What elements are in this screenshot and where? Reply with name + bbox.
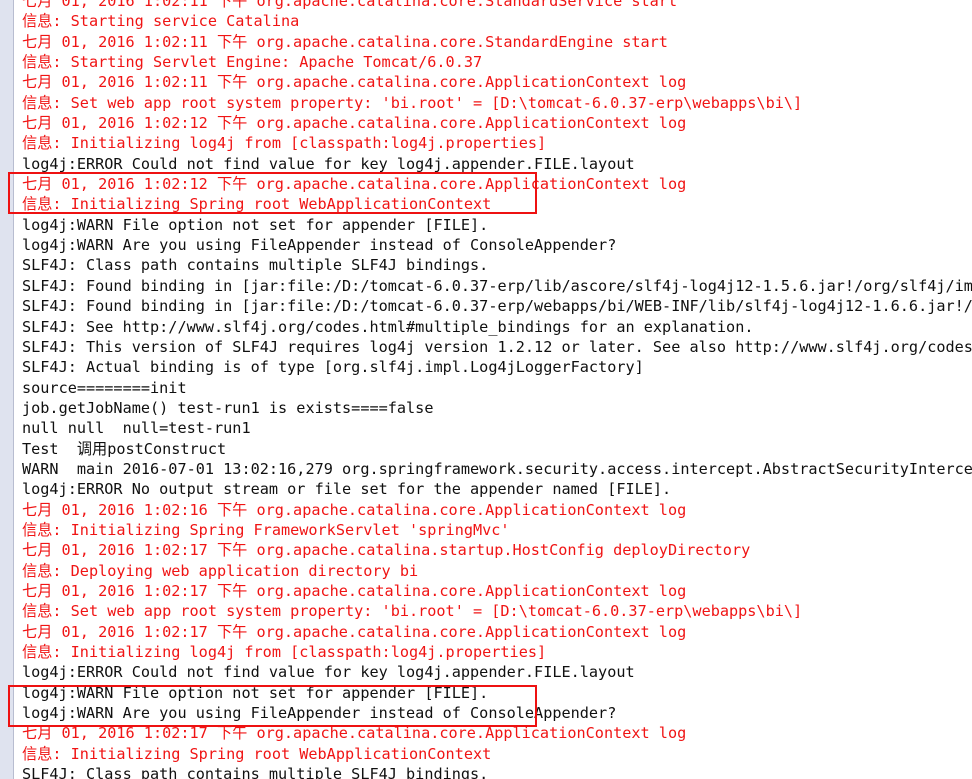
log-line: 七月 01, 2016 1:02:17 下午 org.apache.catali…	[22, 541, 751, 560]
log-line: 七月 01, 2016 1:02:17 下午 org.apache.catali…	[22, 581, 687, 600]
log-line: log4j:WARN File option not set for appen…	[22, 683, 489, 702]
log-line: WARN main 2016-07-01 13:02:16,279 org.sp…	[22, 459, 972, 478]
log-line: 七月 01, 2016 1:02:16 下午 org.apache.catali…	[22, 500, 687, 519]
log-line: SLF4J: Actual binding is of type [org.sl…	[22, 358, 644, 377]
log-line: 七月 01, 2016 1:02:11 下午 org.apache.catali…	[22, 0, 678, 10]
log-line: log4j:ERROR No output stream or file set…	[22, 480, 672, 499]
log-line: log4j:WARN File option not set for appen…	[22, 215, 489, 234]
log-line: SLF4J: See http://www.slf4j.org/codes.ht…	[22, 317, 754, 336]
log-line-list[interactable]: 七月 01, 2016 1:02:11 下午 org.apache.catali…	[22, 0, 972, 779]
log-line: SLF4J: Class path contains multiple SLF4…	[22, 765, 489, 779]
log-line: 信息: Starting Servlet Engine: Apache Tomc…	[22, 53, 483, 72]
log-line: log4j:ERROR Could not find value for key…	[22, 154, 635, 173]
log-line: 七月 01, 2016 1:02:12 下午 org.apache.catali…	[22, 175, 687, 194]
log-line: 信息: Initializing Spring FrameworkServlet…	[22, 520, 510, 539]
log-line: source========init	[22, 378, 187, 397]
log-line: SLF4J: Found binding in [jar:file:/D:/to…	[22, 297, 972, 316]
log-line: 七月 01, 2016 1:02:17 下午 org.apache.catali…	[22, 622, 687, 641]
log-line: 信息: Initializing log4j from [classpath:l…	[22, 134, 547, 153]
log-line: 信息: Set web app root system property: 'b…	[22, 93, 803, 112]
log-line: 七月 01, 2016 1:02:17 下午 org.apache.catali…	[22, 724, 687, 743]
log-line: 信息: Deploying web application directory …	[22, 561, 419, 580]
log-line: 信息: Initializing Spring root WebApplicat…	[22, 744, 492, 763]
log-line: 信息: Initializing Spring root WebApplicat…	[22, 195, 492, 214]
log-line: log4j:WARN Are you using FileAppender in…	[22, 236, 617, 255]
log-line: Test 调用postConstruct	[22, 439, 227, 458]
log-line: log4j:ERROR Could not find value for key…	[22, 663, 635, 682]
log-line: 信息: Initializing log4j from [classpath:l…	[22, 643, 547, 661]
log-line: 七月 01, 2016 1:02:11 下午 org.apache.catali…	[22, 73, 687, 92]
log-line: 信息: Set web app root system property: 'b…	[22, 602, 803, 621]
log-line: job.getJobName() test-run1 is exists====…	[22, 398, 434, 417]
editor-gutter-ruler	[0, 0, 14, 779]
console-output-panel[interactable]: 七月 01, 2016 1:02:11 下午 org.apache.catali…	[0, 0, 972, 779]
log-line: log4j:WARN Are you using FileAppender in…	[22, 704, 617, 723]
log-line: 七月 01, 2016 1:02:12 下午 org.apache.catali…	[22, 114, 687, 133]
log-line: SLF4J: Class path contains multiple SLF4…	[22, 256, 489, 275]
log-line: null null null=test-run1	[22, 419, 251, 438]
log-line: SLF4J: This version of SLF4J requires lo…	[22, 337, 972, 356]
log-line: 七月 01, 2016 1:02:11 下午 org.apache.catali…	[22, 32, 668, 51]
log-line: 信息: Starting service Catalina	[22, 12, 300, 31]
log-line: SLF4J: Found binding in [jar:file:/D:/to…	[22, 276, 972, 295]
